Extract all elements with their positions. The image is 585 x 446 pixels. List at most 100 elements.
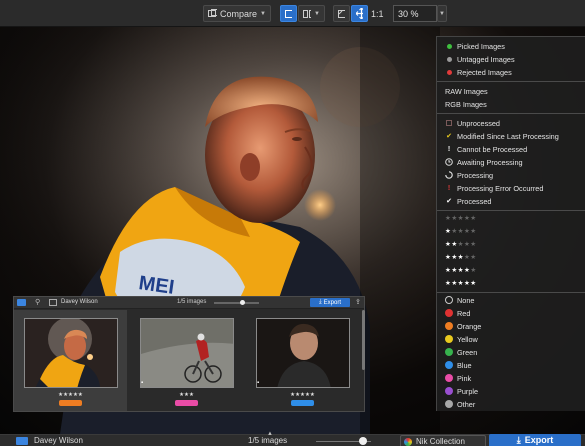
menu-item-processed[interactable]: ✔ Processed — [437, 195, 585, 207]
nik-collection-button[interactable]: Nik Collection — [400, 435, 486, 446]
zoom-dropdown-button[interactable]: ▼ — [437, 5, 447, 22]
move-icon — [356, 8, 363, 19]
filter-icon[interactable]: ⚲ — [35, 298, 40, 306]
gray-circle-icon — [445, 400, 453, 408]
compare-button[interactable]: Compare ▼ — [203, 5, 271, 22]
folder-icon[interactable] — [16, 437, 28, 445]
empty-square-icon — [445, 119, 453, 127]
chevron-down-icon: ▼ — [314, 10, 320, 17]
zoom-slider-handle[interactable] — [359, 437, 367, 445]
pan-button[interactable] — [351, 5, 368, 22]
menu-item-cannot[interactable]: ! Cannot be Processed — [437, 143, 585, 155]
menu-label: Untagged Images — [457, 54, 515, 64]
filmstrip-export-button[interactable]: ⤓ Export — [310, 298, 350, 307]
exclamation-red-icon: ! — [447, 184, 451, 192]
menu-divider — [437, 113, 585, 114]
menu-item-color-orange[interactable]: Orange — [437, 320, 585, 332]
menu-label: Pink — [457, 373, 472, 383]
thumbnail-2[interactable]: ▪ ★★★ — [130, 310, 243, 411]
check-icon: ✔ — [446, 198, 452, 205]
menu-item-color-purple[interactable]: Purple — [437, 385, 585, 397]
thumbnail-1[interactable]: ★★★★★ — [14, 310, 127, 411]
blue-circle-icon — [445, 361, 453, 369]
menu-item-color-blue[interactable]: Blue — [437, 359, 585, 371]
filmstrip-count: 1/5 images — [177, 299, 207, 305]
menu-item-raw[interactable]: RAW Images — [437, 85, 585, 97]
thumbnail-image — [140, 318, 234, 388]
menu-label: Picked Images — [457, 41, 505, 51]
thumbnail-stars: ★★★★★ — [58, 392, 83, 398]
menu-divider — [437, 292, 585, 293]
menu-item-stars-0[interactable]: ★★★★★ — [437, 212, 585, 224]
menu-item-stars-3[interactable]: ★★★★★ — [437, 251, 585, 263]
menu-label: Modified Since Last Processing — [457, 131, 559, 141]
menu-item-stars-1[interactable]: ★★★★★ — [437, 225, 585, 237]
menu-item-color-yellow[interactable]: Yellow — [437, 333, 585, 345]
menu-label: Processed — [457, 196, 492, 206]
thumbnail-stars: ★★★ — [179, 392, 194, 398]
image-count: 1/5 images — [248, 436, 288, 445]
ratio-label: 1:1 — [371, 8, 384, 19]
menu-label: Cannot be Processed — [457, 144, 528, 154]
empty-circle-icon — [445, 296, 453, 304]
menu-item-picked[interactable]: Picked Images — [437, 40, 585, 52]
menu-label: Processing — [457, 170, 494, 180]
clock-icon — [445, 158, 453, 166]
menu-item-unprocessed[interactable]: Unprocessed — [437, 117, 585, 129]
single-view-button[interactable] — [280, 5, 297, 22]
thumbnail-image — [24, 318, 118, 388]
menu-divider — [437, 210, 585, 211]
filmstrip-folder-name: Davey Wilson — [61, 299, 98, 305]
fit-view-button[interactable] — [333, 5, 350, 22]
menu-item-color-none[interactable]: None — [437, 294, 585, 306]
menu-item-stars-5[interactable]: ★★★★★ — [437, 277, 585, 289]
color-label-tag — [59, 400, 82, 406]
red-dot-icon — [445, 68, 453, 76]
menu-item-stars-2[interactable]: ★★★★★ — [437, 238, 585, 250]
red-circle-icon — [445, 309, 453, 317]
zoom-input[interactable]: 30 % — [393, 5, 437, 22]
share-icon[interactable]: ⇪ — [355, 298, 361, 306]
menu-item-color-red[interactable]: Red — [437, 307, 585, 319]
single-view-icon — [285, 9, 292, 18]
export-icon: ⤓ — [516, 434, 521, 445]
menu-label: Orange — [457, 321, 482, 331]
rating-stars: ★★★★★ — [445, 254, 477, 261]
compare-label: Compare — [220, 8, 258, 19]
edited-badge-icon: ▪ — [257, 380, 260, 386]
export-label: Export — [323, 299, 341, 306]
top-toolbar: Compare ▼ ▼ 1:1 30 % ▼ — [0, 0, 585, 27]
menu-label: Awaiting Processing — [457, 157, 523, 167]
expand-panel-icon[interactable]: ▲ — [267, 431, 273, 437]
export-icon: ⤓ — [319, 299, 322, 305]
thumbnail-3[interactable]: ▪ ★★★★★ — [246, 310, 359, 411]
spinner-icon — [445, 171, 453, 179]
menu-item-untagged[interactable]: Untagged Images — [437, 53, 585, 65]
menu-item-color-green[interactable]: Green — [437, 346, 585, 358]
menu-item-rgb[interactable]: RGB Images — [437, 98, 585, 110]
folder-icon[interactable] — [17, 299, 26, 306]
filmstrip-scrollbar[interactable] — [362, 310, 365, 370]
menu-item-color-pink[interactable]: Pink — [437, 372, 585, 384]
menu-item-error[interactable]: ! Processing Error Occurred — [437, 182, 585, 194]
green-circle-icon — [445, 348, 453, 356]
menu-label: Processing Error Occurred — [457, 183, 544, 193]
menu-item-awaiting[interactable]: Awaiting Processing — [437, 156, 585, 168]
menu-item-rejected[interactable]: Rejected Images — [437, 66, 585, 78]
split-view-button[interactable]: ▼ — [298, 5, 325, 22]
thumb-size-slider[interactable] — [214, 302, 259, 304]
menu-item-processing[interactable]: Processing — [437, 169, 585, 181]
thumbnail-stars: ★★★★★ — [290, 392, 315, 398]
menu-label: Purple — [457, 386, 479, 396]
menu-label: Blue — [457, 360, 472, 370]
export-button[interactable]: ⤓ Export — [489, 434, 581, 446]
pink-circle-icon — [445, 374, 453, 382]
menu-label: Red — [457, 308, 471, 318]
menu-item-stars-4[interactable]: ★★★★★ — [437, 264, 585, 276]
ratio-1-1-button[interactable]: 1:1 — [371, 5, 384, 22]
menu-item-modified[interactable]: ✔ Modified Since Last Processing — [437, 130, 585, 142]
rating-stars: ★★★★★ — [445, 280, 477, 287]
slider-handle[interactable] — [240, 300, 245, 305]
menu-item-color-other[interactable]: Other — [437, 398, 585, 410]
sort-icon[interactable] — [49, 299, 57, 306]
